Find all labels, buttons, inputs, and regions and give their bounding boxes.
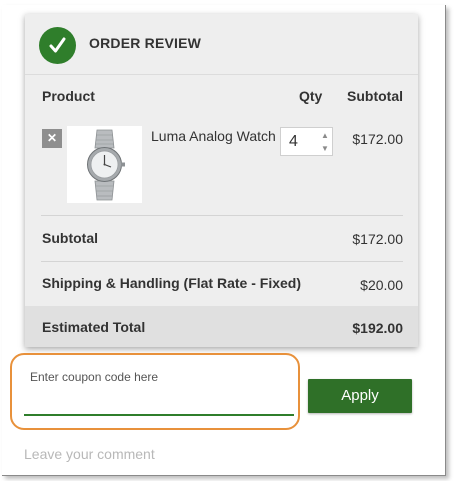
header-divider xyxy=(25,74,418,75)
column-header-product: Product xyxy=(42,88,95,104)
quantity-stepper[interactable]: 4 ▲ ▼ xyxy=(280,127,333,156)
item-subtotal: $172.00 xyxy=(352,131,403,147)
quantity-decrease-icon[interactable]: ▼ xyxy=(318,142,332,155)
quantity-increase-icon[interactable]: ▲ xyxy=(318,129,332,142)
checkmark-icon xyxy=(39,27,76,64)
wristwatch-icon xyxy=(67,126,142,203)
order-review-header: ORDER REVIEW xyxy=(25,14,418,74)
order-review-title: ORDER REVIEW xyxy=(89,35,202,51)
shipping-value: $20.00 xyxy=(360,277,403,293)
coupon-highlight-outline xyxy=(10,353,300,430)
subtotal-divider xyxy=(41,261,403,262)
column-header-subtotal: Subtotal xyxy=(347,88,403,104)
subtotal-value: $172.00 xyxy=(352,231,403,247)
order-review-panel: ORDER REVIEW Product Qty Subtotal ✕ Luma… xyxy=(25,14,418,347)
shipping-label: Shipping & Handling (Flat Rate - Fixed) xyxy=(42,275,301,291)
coupon-input-underline xyxy=(24,414,294,416)
subtotal-label: Subtotal xyxy=(42,230,98,246)
column-header-qty: Qty xyxy=(299,88,323,104)
quantity-value[interactable]: 4 xyxy=(289,133,298,151)
estimated-total-label: Estimated Total xyxy=(42,319,146,335)
estimated-total-value: $192.00 xyxy=(352,320,403,336)
items-divider xyxy=(41,215,403,216)
estimated-total-row: Estimated Total $192.00 xyxy=(25,306,418,347)
apply-coupon-button[interactable]: Apply xyxy=(308,379,412,413)
remove-item-button[interactable]: ✕ xyxy=(42,129,62,148)
coupon-code-input[interactable]: Enter coupon code here xyxy=(30,370,158,384)
comment-input[interactable]: Leave your comment xyxy=(24,446,155,462)
product-name[interactable]: Luma Analog Watch xyxy=(151,128,276,144)
